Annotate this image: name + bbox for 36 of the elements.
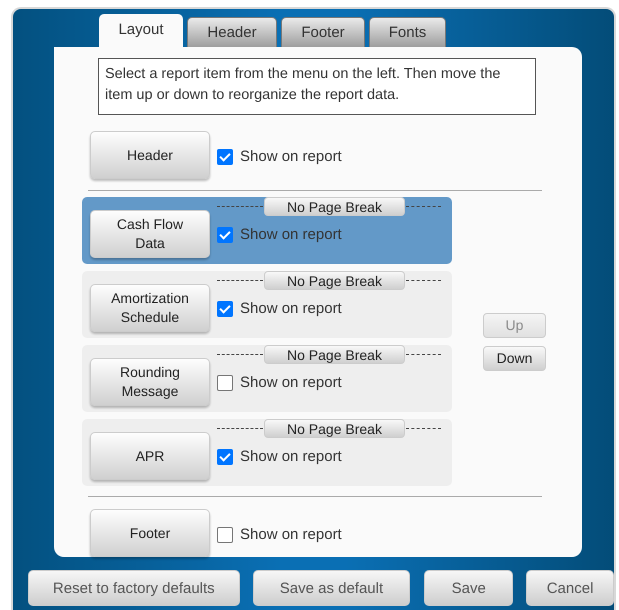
dialog-button[interactable]: Cancel [526,570,614,606]
report-item-row[interactable]: APR No Page Break Show on report [82,419,452,486]
section-button[interactable]: Footer [90,509,210,557]
checkbox-label: Show on report [240,300,342,317]
report-item-button[interactable]: Rounding Message [90,358,210,406]
checkbox-label: Show on report [240,148,342,165]
page-break-button[interactable]: No Page Break [264,271,405,290]
tab[interactable]: Layout [99,14,183,47]
report-item-row[interactable]: Amortization Schedule No Page Break Show on report [82,271,452,338]
dialog-button[interactable]: Reset to factory defaults [28,570,240,606]
page-break-button[interactable]: No Page Break [264,419,405,438]
tab[interactable]: Header [187,17,277,47]
checkbox[interactable] [217,374,233,390]
checkbox[interactable] [217,300,233,316]
dialog-button[interactable]: Save [424,570,514,606]
checkbox[interactable] [217,148,233,164]
page-break-button[interactable]: No Page Break [264,345,405,364]
tab[interactable]: Footer [281,17,365,47]
checkbox[interactable] [217,448,233,464]
report-item-button[interactable]: APR [90,432,210,480]
checkbox-label: Show on report [240,226,342,243]
checkbox-label: Show on report [240,526,342,543]
checkbox-label: Show on report [240,448,342,465]
report-item-row[interactable]: Rounding Message No Page Break Show on report [82,345,452,412]
checkbox[interactable] [217,526,233,542]
move-down-button[interactable]: Down [483,346,546,370]
page-break-button[interactable]: No Page Break [264,197,405,216]
checkbox-label: Show on report [240,374,342,391]
tab[interactable]: Fonts [369,17,446,47]
report-item-button[interactable]: Cash Flow Data [90,210,210,258]
report-item-button[interactable]: Amortization Schedule [90,284,210,332]
instructions-text: Select a report item from the menu on the left. Then move the item up or down to reorganize the report data. [98,58,536,115]
dialog-button[interactable]: Save as default [252,570,410,606]
section-button[interactable]: Header [90,131,210,179]
report-item-row[interactable]: Cash Flow Data No Page Break Show on report [82,197,452,264]
checkbox[interactable] [217,226,233,242]
